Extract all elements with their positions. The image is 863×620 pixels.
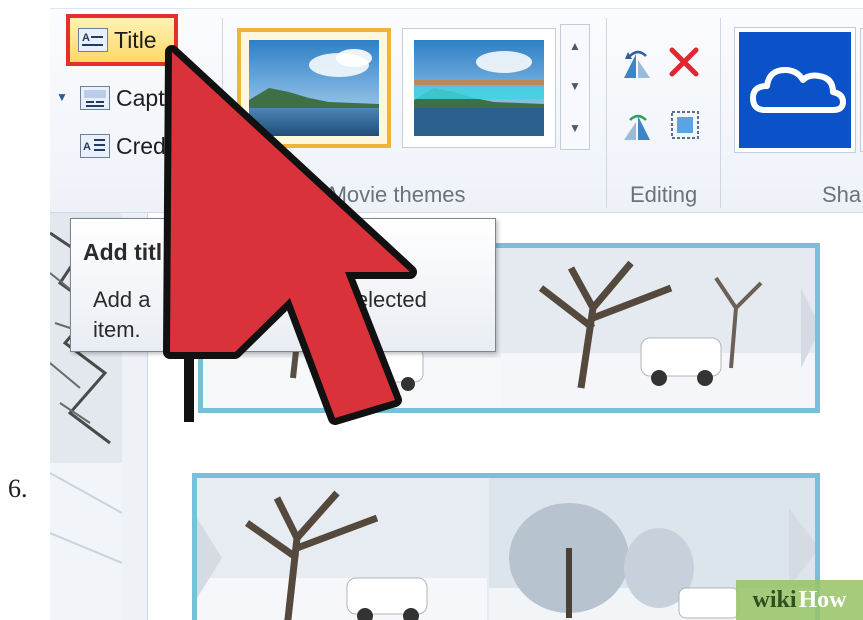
wikihow-watermark: wiki How <box>736 580 863 620</box>
screenshot-stage: A Title ▼ Capt A Cred ▲ ▼ ▼ utoMovie the… <box>0 0 863 620</box>
mouse-pointer-icon <box>163 45 417 425</box>
watermark-wiki: wiki <box>752 586 797 613</box>
watermark-how: How <box>798 586 847 613</box>
